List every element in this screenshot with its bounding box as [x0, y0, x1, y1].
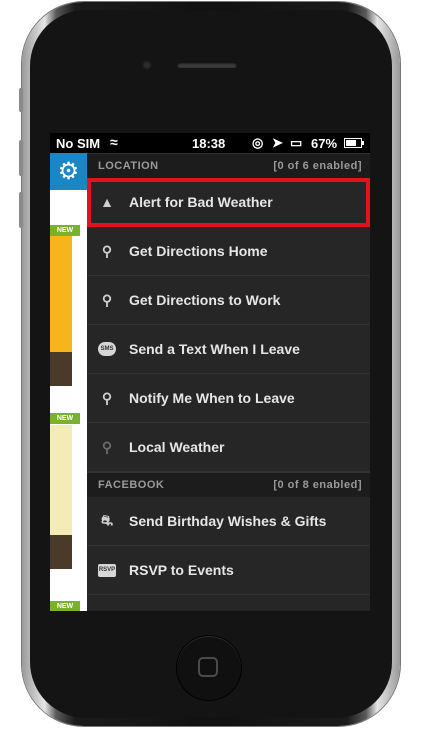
map-pin-icon: ⚲	[101, 242, 113, 259]
underlying-app-peek[interactable]: ⚙ NEW NEW NEW	[50, 153, 87, 611]
front-camera	[142, 60, 152, 70]
item-local-weather[interactable]: ⚲ Local Weather	[87, 423, 370, 472]
home-button[interactable]	[177, 636, 241, 700]
gift-icon: ⛐	[100, 511, 114, 528]
peek-dark-block	[50, 352, 72, 386]
home-square-icon	[198, 657, 218, 677]
peek-yellow-block	[50, 236, 72, 352]
location-arrow-icon: ➤	[272, 135, 283, 150]
search-icon: ⚲	[101, 438, 113, 455]
item-label: Get Directions to Work	[129, 292, 281, 308]
battery-percent: 67%	[311, 136, 338, 151]
item-send-text[interactable]: SMS Send a Text When I Leave	[87, 325, 370, 374]
section-header-facebook: FACEBOOK [0 of 8 enabled]	[87, 472, 370, 497]
item-label: Notify Me When to Leave	[129, 390, 295, 406]
item-alert-bad-weather[interactable]: ▲ Alert for Bad Weather	[87, 178, 370, 227]
recipe-panel: LOCATION [0 of 6 enabled] ▲ Alert for Ba…	[87, 153, 370, 611]
new-badge: NEW	[50, 601, 80, 611]
battery-icon	[344, 138, 364, 148]
wifi-icon: ≈	[110, 134, 118, 150]
lock-rotation-icon: ◎	[252, 135, 264, 150]
mute-switch	[19, 88, 23, 112]
warning-icon: ▲	[100, 194, 114, 210]
carrier-label: No SIM	[56, 136, 101, 151]
item-directions-work[interactable]: ⚲ Get Directions to Work	[87, 276, 370, 325]
item-label: Alert for Bad Weather	[129, 194, 273, 210]
new-badge: NEW	[50, 413, 80, 424]
item-label: Send a Text When I Leave	[129, 341, 300, 357]
sms-bubble-icon: SMS	[98, 340, 116, 358]
map-pin-icon: ⚲	[101, 389, 113, 406]
item-label: Send Birthday Wishes & Gifts	[129, 513, 327, 529]
volume-up-button	[19, 140, 23, 176]
item-rsvp-events[interactable]: RSVP RSVP to Events	[87, 546, 370, 595]
section-title: LOCATION	[98, 160, 159, 172]
status-bar: No SIM ≈ 18:38 ◎ ➤ ▭ 67%	[50, 133, 370, 153]
airplay-icon: ▭	[290, 135, 303, 150]
section-title: FACEBOOK	[98, 479, 165, 491]
item-birthday-wishes[interactable]: ⛐ Send Birthday Wishes & Gifts	[87, 497, 370, 546]
section-count: [0 of 6 enabled]	[273, 160, 362, 172]
clock: 18:38	[192, 136, 226, 151]
item-label: Local Weather	[129, 439, 225, 455]
peek-pale-block	[50, 425, 72, 535]
item-directions-home[interactable]: ⚲ Get Directions Home	[87, 227, 370, 276]
section-count: [0 of 8 enabled]	[273, 479, 362, 491]
map-pin-icon: ⚲	[101, 291, 113, 308]
screen: No SIM ≈ 18:38 ◎ ➤ ▭ 67% ⚙ NEW NEW NEW L…	[50, 133, 370, 611]
item-label: Get Directions Home	[129, 243, 268, 259]
volume-down-button	[19, 192, 23, 228]
new-badge: NEW	[50, 225, 80, 236]
earpiece-speaker	[177, 62, 237, 68]
peek-dark-block	[50, 535, 72, 569]
rsvp-icon: RSVP	[98, 561, 116, 579]
section-header-location: LOCATION [0 of 6 enabled]	[87, 153, 370, 178]
item-notify-leave[interactable]: ⚲ Notify Me When to Leave	[87, 374, 370, 423]
gear-icon[interactable]: ⚙	[50, 153, 87, 190]
rsvp-icon-text: RSVP	[98, 563, 116, 577]
sms-icon-text: SMS	[98, 342, 116, 356]
item-label: RSVP to Events	[129, 562, 234, 578]
